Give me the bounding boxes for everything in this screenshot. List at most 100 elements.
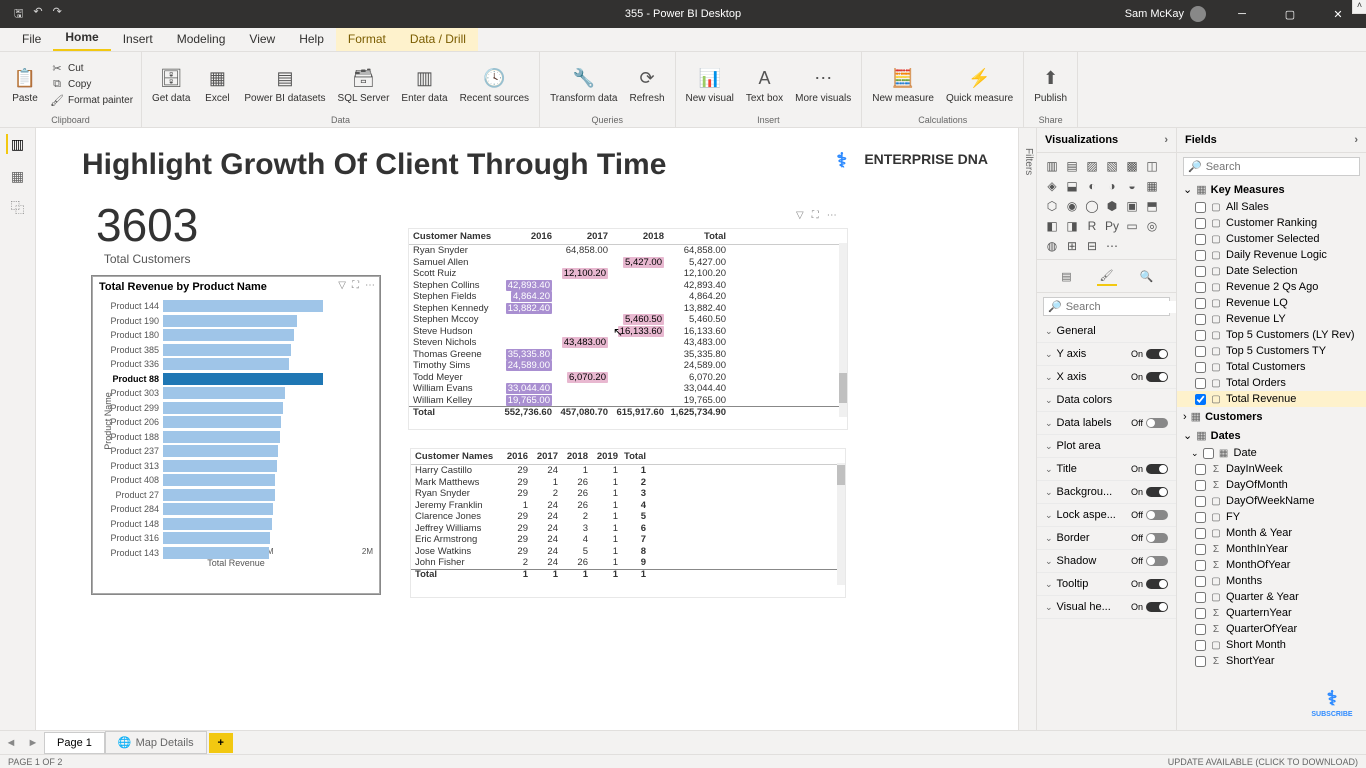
viz-type-icon[interactable]: ⊟ xyxy=(1083,237,1101,255)
page-prev[interactable]: ◄ xyxy=(0,737,22,749)
field-item[interactable]: ▢DayOfWeekName xyxy=(1177,493,1366,509)
viz-type-icon[interactable]: ▨ xyxy=(1083,157,1101,175)
viz-type-icon[interactable]: Py xyxy=(1103,217,1121,235)
field-item[interactable]: ▢Customer Selected xyxy=(1177,231,1366,247)
pbi-datasets-button[interactable]: ▤Power BI datasets xyxy=(240,62,329,106)
field-table-dates[interactable]: ⌄▦Dates xyxy=(1177,426,1366,445)
toggle[interactable]: On xyxy=(1131,464,1168,474)
filters-pane-collapsed[interactable]: Filters xyxy=(1018,128,1036,730)
field-checkbox[interactable] xyxy=(1195,656,1206,667)
page-tab-2[interactable]: 🌐Map Details xyxy=(105,731,207,754)
matrix-rank[interactable]: Customer Names2016201720182019Total Harr… xyxy=(410,448,846,598)
viz-type-icon[interactable]: ▤ xyxy=(1063,157,1081,175)
toggle[interactable]: Off xyxy=(1131,533,1168,543)
field-checkbox[interactable] xyxy=(1195,282,1206,293)
table-row[interactable]: Mark Matthews2912612 xyxy=(411,477,845,489)
tab-help[interactable]: Help xyxy=(287,28,336,51)
field-item[interactable]: ⌄▦Date xyxy=(1177,445,1366,461)
refresh-button[interactable]: ⟳Refresh xyxy=(626,62,669,106)
field-item[interactable]: ▢All Sales xyxy=(1177,199,1366,215)
field-checkbox[interactable] xyxy=(1195,234,1206,245)
field-checkbox[interactable] xyxy=(1195,394,1206,405)
field-checkbox[interactable] xyxy=(1195,218,1206,229)
viz-type-icon[interactable]: ◑ xyxy=(1103,177,1121,195)
tab-view[interactable]: View xyxy=(237,28,287,51)
format-prop-yaxis[interactable]: ⌄Y axisOn xyxy=(1037,343,1176,366)
viz-type-icon[interactable]: ◨ xyxy=(1063,217,1081,235)
page-tab-1[interactable]: Page 1 xyxy=(44,732,105,754)
toggle[interactable]: Off xyxy=(1131,556,1168,566)
table-row[interactable]: Harry Castillo2924111 xyxy=(411,465,845,477)
format-search[interactable]: 🔎 xyxy=(1043,297,1170,316)
cut-button[interactable]: ✂Cut xyxy=(48,60,135,76)
field-checkbox[interactable] xyxy=(1195,346,1206,357)
field-item[interactable]: ▢Customer Ranking xyxy=(1177,215,1366,231)
viz-type-icon[interactable]: ◒ xyxy=(1123,177,1141,195)
field-checkbox[interactable] xyxy=(1195,378,1206,389)
table-row[interactable]: Stephen Kennedy13,882.4013,882.40 xyxy=(409,303,847,315)
field-item[interactable]: ▢FY xyxy=(1177,509,1366,525)
field-item[interactable]: ▢Revenue LQ xyxy=(1177,295,1366,311)
bar-row[interactable]: Product 188 xyxy=(163,430,373,444)
bar-row[interactable]: Product 206 xyxy=(163,415,373,429)
quick-measure-button[interactable]: ⚡Quick measure xyxy=(942,62,1017,106)
more-icon[interactable]: ⋯ xyxy=(827,210,837,221)
sql-server-button[interactable]: 🗃SQL Server xyxy=(334,62,394,106)
viz-type-icon[interactable]: R xyxy=(1083,217,1101,235)
tab-file[interactable]: File xyxy=(10,28,53,51)
bar-row[interactable]: Product 143 xyxy=(163,546,373,560)
format-prop-border[interactable]: ⌄BorderOff xyxy=(1037,527,1176,550)
report-canvas[interactable]: Highlight Growth Of Client Through Time … xyxy=(36,128,1018,730)
bar-row[interactable]: Product 336 xyxy=(163,357,373,371)
field-checkbox[interactable] xyxy=(1195,496,1206,507)
text-box-button[interactable]: AText box xyxy=(742,62,787,106)
data-view-icon[interactable]: ▦ xyxy=(8,166,28,186)
ribbon-collapse-button[interactable]: ˄ xyxy=(1352,0,1366,14)
chart-more-icon[interactable]: ⋯ xyxy=(365,280,375,291)
tab-home[interactable]: Home xyxy=(53,26,110,51)
recent-sources-button[interactable]: 🕓Recent sources xyxy=(456,62,533,106)
viz-type-icon[interactable]: ⋯ xyxy=(1103,237,1121,255)
field-checkbox[interactable] xyxy=(1195,202,1206,213)
bar-row[interactable]: Product 408 xyxy=(163,473,373,487)
table-row[interactable]: Ryan Snyder64,858.0064,858.00 xyxy=(409,245,847,257)
table-row[interactable]: Jose Watkins2924518 xyxy=(411,546,845,558)
bar-row[interactable]: Product 190 xyxy=(163,314,373,328)
table-row[interactable]: Jeffrey Williams2924316 xyxy=(411,523,845,535)
excel-button[interactable]: ▦Excel xyxy=(198,62,236,106)
table-row[interactable]: Steven Nichols43,483.0043,483.00 xyxy=(409,337,847,349)
field-checkbox[interactable] xyxy=(1195,480,1206,491)
bar-row[interactable]: Product 313 xyxy=(163,459,373,473)
format-prop-lockaspe[interactable]: ⌄Lock aspe...Off xyxy=(1037,504,1176,527)
fields-search[interactable]: 🔎 xyxy=(1183,157,1360,176)
chart-focus-icon[interactable]: ⛶ xyxy=(352,280,359,291)
table-row[interactable]: Scott Ruiz12,100.2012,100.20 xyxy=(409,268,847,280)
bar-chart-visual[interactable]: Total Revenue by Product Name ▽ ⛶ ⋯ Prod… xyxy=(92,276,380,594)
tab-format[interactable]: Format xyxy=(336,28,398,51)
field-item[interactable]: ▢Top 5 Customers TY xyxy=(1177,343,1366,359)
format-prop-datacolors[interactable]: ⌄Data colors xyxy=(1037,389,1176,412)
field-checkbox[interactable] xyxy=(1195,362,1206,373)
viz-type-icon[interactable]: ◉ xyxy=(1063,197,1081,215)
field-table-customers[interactable]: ›▦Customers xyxy=(1177,407,1366,426)
bar-row[interactable]: Product 180 xyxy=(163,328,373,342)
viz-type-icon[interactable]: ▦ xyxy=(1143,177,1161,195)
field-item[interactable]: ▢Month & Year xyxy=(1177,525,1366,541)
toggle[interactable]: On xyxy=(1131,579,1168,589)
field-item[interactable]: ΣDayOfMonth xyxy=(1177,477,1366,493)
bar-row[interactable]: Product 316 xyxy=(163,531,373,545)
field-item[interactable]: ▢Revenue LY xyxy=(1177,311,1366,327)
format-prop-backgrou[interactable]: ⌄Backgrou...On xyxy=(1037,481,1176,504)
table-row[interactable]: Samuel Allen5,427.005,427.00 xyxy=(409,257,847,269)
focus-icon[interactable]: ⛶ xyxy=(812,210,819,221)
format-prop-tooltip[interactable]: ⌄TooltipOn xyxy=(1037,573,1176,596)
add-page-button[interactable]: + xyxy=(209,733,233,753)
table-row[interactable]: William Kelley19,765.0019,765.00 xyxy=(409,395,847,407)
table-row[interactable]: Ryan Snyder2922613 xyxy=(411,488,845,500)
redo-icon[interactable]: ↷ xyxy=(53,5,62,24)
field-checkbox[interactable] xyxy=(1195,544,1206,555)
format-tab[interactable]: 🖌 xyxy=(1097,266,1117,286)
field-checkbox[interactable] xyxy=(1195,560,1206,571)
matrix-revenue[interactable]: Customer Names201620172018Total Ryan Sny… xyxy=(408,228,848,430)
field-checkbox[interactable] xyxy=(1195,640,1206,651)
